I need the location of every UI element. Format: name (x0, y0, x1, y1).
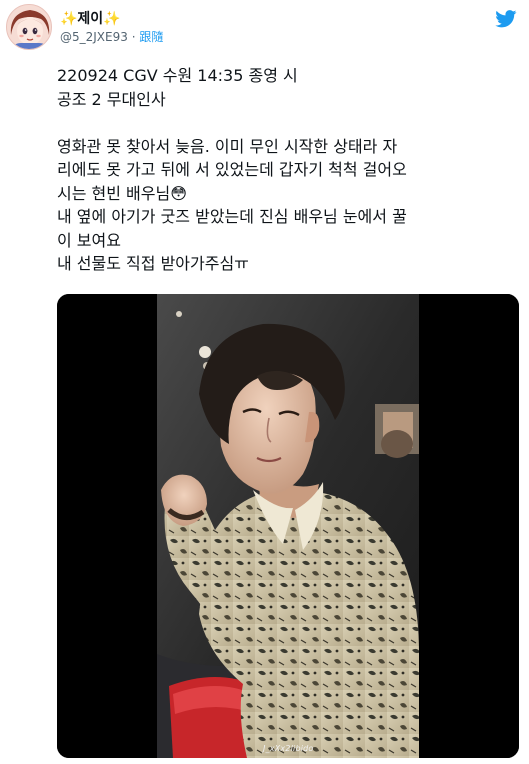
follow-button[interactable]: 跟隨 (139, 30, 163, 44)
tweet-header: ✨제이✨ @5_2JXE93 · 跟隨 (4, 4, 521, 52)
video-watermark: J_xXx2libido (263, 744, 314, 753)
separator-dot: · (131, 30, 136, 44)
tweet-text: 220924 CGV 수원 14:35 종영 시 공조 2 무대인사 영화관 못… (57, 66, 407, 273)
handle-row: @5_2JXE93 · 跟隨 (60, 28, 163, 46)
anime-girl-avatar-icon (7, 5, 51, 49)
video-frame (57, 294, 519, 758)
twitter-bird-icon[interactable] (495, 10, 517, 28)
tweet-card: ✨제이✨ @5_2JXE93 · 跟隨 220924 CGV 수원 14:35 … (0, 0, 529, 764)
author-info: ✨제이✨ @5_2JXE93 · 跟隨 (60, 10, 163, 46)
display-name[interactable]: ✨제이✨ (60, 10, 163, 28)
avatar[interactable] (6, 4, 52, 50)
user-handle[interactable]: @5_2JXE93 (60, 30, 128, 44)
tweet-video[interactable]: J_xXx2libido (57, 294, 519, 758)
